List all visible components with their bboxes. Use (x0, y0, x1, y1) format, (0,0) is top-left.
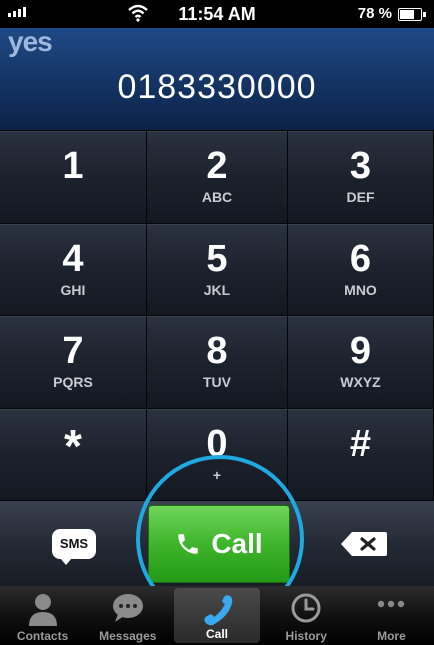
key-digit: 0 (206, 422, 228, 465)
sms-button[interactable]: SMS (52, 529, 96, 565)
call-button[interactable]: Call (148, 505, 290, 583)
tab-label: Call (206, 627, 229, 641)
tab-history[interactable]: History (264, 586, 349, 645)
key-digit: * (64, 419, 82, 472)
tab-label: More (377, 629, 406, 643)
key-3[interactable]: 3 DEF (288, 131, 434, 224)
key-letters: GHI (60, 281, 86, 298)
tab-contacts[interactable]: Contacts (0, 586, 85, 645)
messages-icon (112, 594, 143, 622)
phone-icon (178, 534, 199, 554)
key-letters: MNO (344, 281, 377, 298)
key-8[interactable]: 8 TUV (147, 316, 288, 409)
key-5[interactable]: 5 JKL (147, 223, 288, 316)
key-letters: JKL (203, 281, 231, 298)
key-hash[interactable]: # (288, 408, 434, 501)
key-star[interactable]: * (0, 408, 147, 501)
tab-bar: Contacts Messages Call History More (0, 586, 434, 645)
action-bar: SMS Call (0, 501, 434, 586)
more-icon (378, 600, 405, 608)
key-0[interactable]: 0 + (147, 408, 288, 501)
battery-icon (398, 8, 426, 21)
key-digit: 7 (62, 330, 84, 372)
key-letters: DEF (346, 189, 375, 205)
key-digit: 1 (62, 145, 84, 187)
battery-percent: 78 % (357, 5, 392, 22)
tab-label: History (285, 629, 327, 643)
key-digit: 9 (349, 330, 372, 372)
key-7[interactable]: 7 PQRS (0, 316, 147, 409)
tab-label: Messages (99, 629, 157, 643)
status-bar: 11:54 AM 78 % (0, 0, 434, 28)
key-digit: 2 (206, 145, 228, 187)
key-1[interactable]: 1 (0, 131, 147, 224)
key-letters: WXYZ (340, 374, 381, 390)
call-label: Call (211, 528, 263, 559)
key-digit: # (349, 422, 372, 465)
key-6[interactable]: 6 MNO (288, 223, 434, 316)
key-digit: 5 (206, 237, 228, 280)
carrier-logo: yes (8, 26, 53, 57)
dialed-number[interactable]: 0183330000 (0, 68, 434, 107)
tab-call[interactable]: Call (174, 588, 260, 643)
tab-more[interactable]: More (349, 586, 434, 645)
key-digit: 3 (349, 145, 372, 187)
key-digit: 4 (62, 237, 84, 280)
number-display: yes 0183330000 (0, 26, 434, 131)
key-letters: TUV (203, 374, 231, 390)
key-letters: PQRS (53, 374, 93, 390)
keypad: 1 2 ABC 3 DEF 4 GHI 5 JKL 6 MNO 7 PQRS 8 TUV 9 W… (0, 131, 434, 501)
tab-label: Contacts (16, 629, 69, 643)
call-icon (204, 595, 233, 626)
key-digit: 6 (349, 237, 372, 280)
tab-messages[interactable]: Messages (85, 586, 170, 645)
history-icon (291, 593, 321, 623)
key-letters: + (212, 466, 222, 483)
key-4[interactable]: 4 GHI (0, 223, 147, 316)
contacts-icon (28, 594, 57, 626)
key-9[interactable]: 9 WXYZ (288, 316, 434, 409)
backspace-icon[interactable] (340, 531, 388, 557)
key-2[interactable]: 2 ABC (147, 131, 288, 224)
key-letters: ABC (201, 189, 233, 205)
key-digit: 8 (206, 330, 228, 372)
